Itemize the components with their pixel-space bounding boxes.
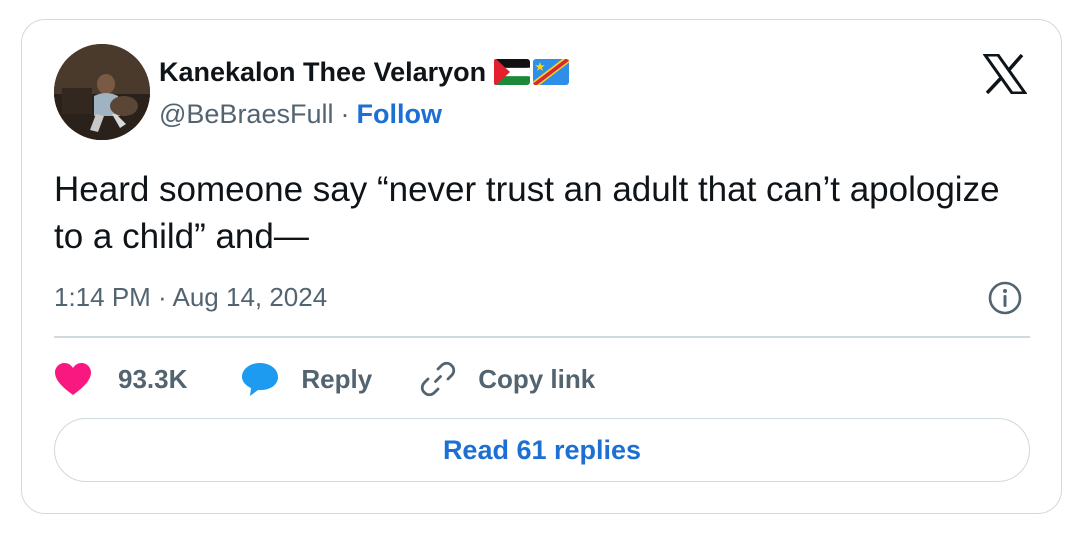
separator-dot: · xyxy=(340,98,350,129)
action-bar: 93.3K Reply Copy link xyxy=(54,358,595,400)
divider xyxy=(54,336,1030,338)
speech-bubble-icon xyxy=(242,363,279,396)
follow-button[interactable]: Follow xyxy=(356,99,441,130)
author-display-name[interactable]: Kanekalon Thee Velaryon xyxy=(159,57,486,88)
author-handle[interactable]: @BeBraesFull xyxy=(159,99,333,130)
heart-icon xyxy=(55,363,91,395)
avatar[interactable] xyxy=(54,44,150,140)
author-handle-row: @BeBraesFull · Follow xyxy=(159,96,442,132)
author-name-row: Kanekalon Thee Velaryon xyxy=(159,54,570,90)
flag-emojis xyxy=(494,59,570,85)
link-icon xyxy=(421,361,456,397)
reply-button[interactable]: Reply xyxy=(241,361,372,397)
tweet-timestamp[interactable]: 1:14 PM · Aug 14, 2024 xyxy=(54,278,327,316)
like-count: 93.3K xyxy=(118,363,188,394)
x-logo-icon[interactable] xyxy=(983,54,1027,94)
copy-link-label: Copy link xyxy=(478,363,596,394)
like-button[interactable]: 93.3K xyxy=(54,362,187,396)
reply-label: Reply xyxy=(301,363,373,394)
palestine-flag-icon xyxy=(494,59,531,85)
tweet-text: Heard someone say “never trust an adult … xyxy=(54,170,1000,256)
dr-congo-flag-icon xyxy=(533,59,570,85)
read-replies-button[interactable]: Read 61 replies xyxy=(54,418,1030,482)
copy-link-button[interactable]: Copy link xyxy=(420,361,595,397)
info-icon[interactable] xyxy=(987,280,1023,316)
